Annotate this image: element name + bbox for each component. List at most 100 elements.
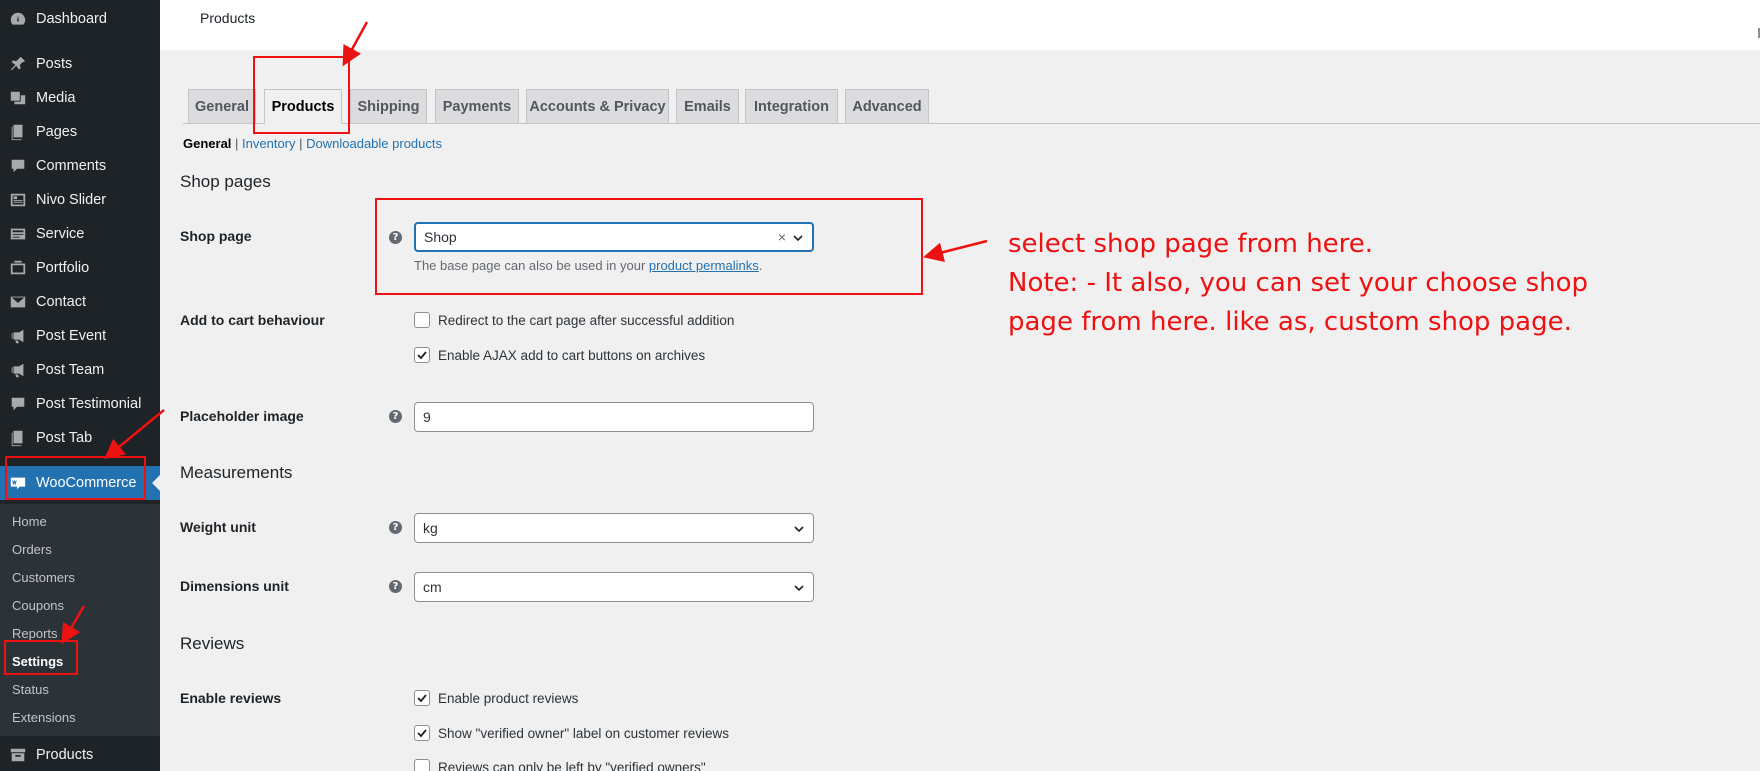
verified-owner-row: Show "verified owner" label on customer … (414, 725, 729, 741)
megaphone-icon (8, 326, 28, 346)
sidebar-item-label: Media (36, 90, 76, 106)
sidebar-item-label: Post Testimonial (36, 396, 142, 412)
sidebar-item-nivo-slider[interactable]: Nivo Slider (0, 185, 160, 215)
redirect-label: Redirect to the cart page after successf… (438, 312, 735, 328)
help-icon[interactable]: ? (389, 410, 402, 423)
pages-icon (8, 122, 28, 142)
tab-accounts-privacy[interactable]: Accounts & Privacy (526, 89, 669, 124)
service-icon (8, 224, 28, 244)
sidebar-item-posts[interactable]: Posts (0, 49, 160, 79)
pages-icon (8, 428, 28, 448)
only-verified-checkbox[interactable] (414, 759, 430, 771)
enable-product-reviews-checkbox[interactable] (414, 690, 430, 706)
ajax-label: Enable AJAX add to cart buttons on archi… (438, 347, 706, 363)
annotation-box-settings (4, 640, 78, 675)
subnav-downloadable[interactable]: Downloadable products (306, 136, 442, 151)
dimensions-unit-value: cm (423, 579, 442, 595)
sidebar-item-label: Post Team (36, 362, 105, 378)
portfolio-icon (8, 258, 28, 278)
annotation-line-1: select shop page from here. (1008, 229, 1374, 259)
section-heading-shop-pages: Shop pages (180, 172, 271, 191)
sidebar-item-comments[interactable]: Comments (0, 151, 160, 181)
tab-shipping[interactable]: Shipping (350, 89, 427, 124)
submenu-coupons[interactable]: Coupons (12, 596, 64, 616)
tab-payments[interactable]: Payments (435, 89, 519, 124)
submenu-status[interactable]: Status (12, 680, 49, 700)
section-subnav: General | Inventory | Downloadable produ… (183, 136, 442, 151)
sidebar-item-post-event[interactable]: Post Event (0, 321, 160, 351)
ajax-checkbox-row: Enable AJAX add to cart buttons on archi… (414, 347, 705, 363)
verified-owner-checkbox[interactable] (414, 725, 430, 741)
sidebar-item-post-tab[interactable]: Post Tab (0, 423, 160, 453)
sidebar-item-label: Pages (36, 124, 78, 140)
weight-unit-select[interactable]: kg (414, 513, 814, 543)
sidebar-item-label: Products (36, 747, 94, 763)
tab-integration[interactable]: Integration (745, 89, 838, 124)
tab-advanced[interactable]: Advanced (845, 89, 929, 124)
media-icon (8, 88, 28, 108)
subnav-inventory[interactable]: Inventory (242, 136, 295, 151)
sidebar-item-portfolio[interactable]: Portfolio (0, 253, 160, 283)
annotation-note: select shop page from here. Note: - It a… (1008, 225, 1588, 342)
submenu-orders[interactable]: Orders (12, 540, 52, 560)
redirect-checkbox[interactable] (414, 312, 430, 328)
tab-general[interactable]: General (188, 89, 256, 124)
sidebar-item-media[interactable]: Media (0, 83, 160, 113)
only-verified-row: Reviews can only be left by "verified ow… (414, 759, 706, 771)
sidebar-item-service[interactable]: Service (0, 219, 160, 249)
dimensions-unit-label: Dimensions unit (180, 578, 289, 594)
sidebar-item-post-testimonial[interactable]: Post Testimonial (0, 389, 160, 419)
annotation-box-woocommerce (5, 456, 146, 500)
annotation-line-3: page from here. like as, custom shop pag… (1008, 307, 1572, 337)
sidebar-item-pages[interactable]: Pages (0, 117, 160, 147)
enable-product-reviews-row: Enable product reviews (414, 690, 578, 706)
archive-icon (8, 745, 28, 765)
section-heading-measurements: Measurements (180, 463, 293, 482)
dimensions-unit-select[interactable]: cm (414, 572, 814, 602)
enable-product-reviews-label: Enable product reviews (438, 690, 579, 706)
submenu-extensions[interactable]: Extensions (12, 708, 76, 728)
sidebar-item-label: Service (36, 226, 85, 242)
enable-reviews-label: Enable reviews (180, 690, 282, 706)
comment-icon (8, 394, 28, 414)
subnav-separator: | (295, 136, 307, 151)
sidebar-item-contact[interactable]: Contact (0, 287, 160, 317)
sidebar-item-products[interactable]: Products (0, 740, 160, 770)
add-to-cart-label: Add to cart behaviour (180, 312, 325, 328)
verified-owner-label: Show "verified owner" label on customer … (438, 725, 729, 741)
section-heading-reviews: Reviews (180, 634, 245, 653)
redirect-checkbox-row: Redirect to the cart page after successf… (414, 312, 734, 328)
sidebar-item-label: Posts (36, 56, 73, 72)
slider-icon (8, 190, 28, 210)
weight-unit-value: kg (423, 520, 438, 536)
submenu-home[interactable]: Home (12, 512, 47, 532)
pin-icon (8, 54, 28, 74)
help-icon[interactable]: ? (389, 580, 402, 593)
sidebar-item-label: Post Tab (36, 430, 93, 446)
annotation-line-2: Note: - It also, you can set your choose… (1008, 268, 1589, 298)
ajax-checkbox[interactable] (414, 347, 430, 363)
placeholder-image-label: Placeholder image (180, 408, 304, 424)
sidebar-item-label: Dashboard (36, 11, 107, 27)
tab-emails[interactable]: Emails (676, 89, 739, 124)
annotation-box-products-tab (253, 56, 350, 134)
submenu-customers[interactable]: Customers (12, 568, 75, 588)
chevron-down-icon (793, 522, 805, 534)
woocommerce-submenu: Home Orders Customers Coupons Reports Se… (0, 504, 160, 736)
megaphone-icon (8, 360, 28, 380)
shop-page-label: Shop page (180, 228, 252, 244)
page-title: Products (200, 10, 256, 26)
help-icon[interactable]: ? (389, 521, 402, 534)
sidebar-item-label: Comments (36, 158, 107, 174)
placeholder-image-input[interactable]: 9 (414, 402, 814, 432)
sidebar-item-post-team[interactable]: Post Team (0, 355, 160, 385)
weight-unit-label: Weight unit (180, 519, 256, 535)
annotation-box-shop-page (375, 198, 923, 295)
subnav-general[interactable]: General (183, 136, 231, 151)
placeholder-image-value: 9 (423, 409, 431, 425)
sidebar-item-label: Portfolio (36, 260, 90, 276)
only-verified-label: Reviews can only be left by "verified ow… (438, 759, 706, 771)
sidebar-item-dashboard[interactable]: Dashboard (0, 4, 160, 34)
sidebar-item-label: Nivo Slider (36, 192, 107, 208)
mail-icon (8, 292, 28, 312)
